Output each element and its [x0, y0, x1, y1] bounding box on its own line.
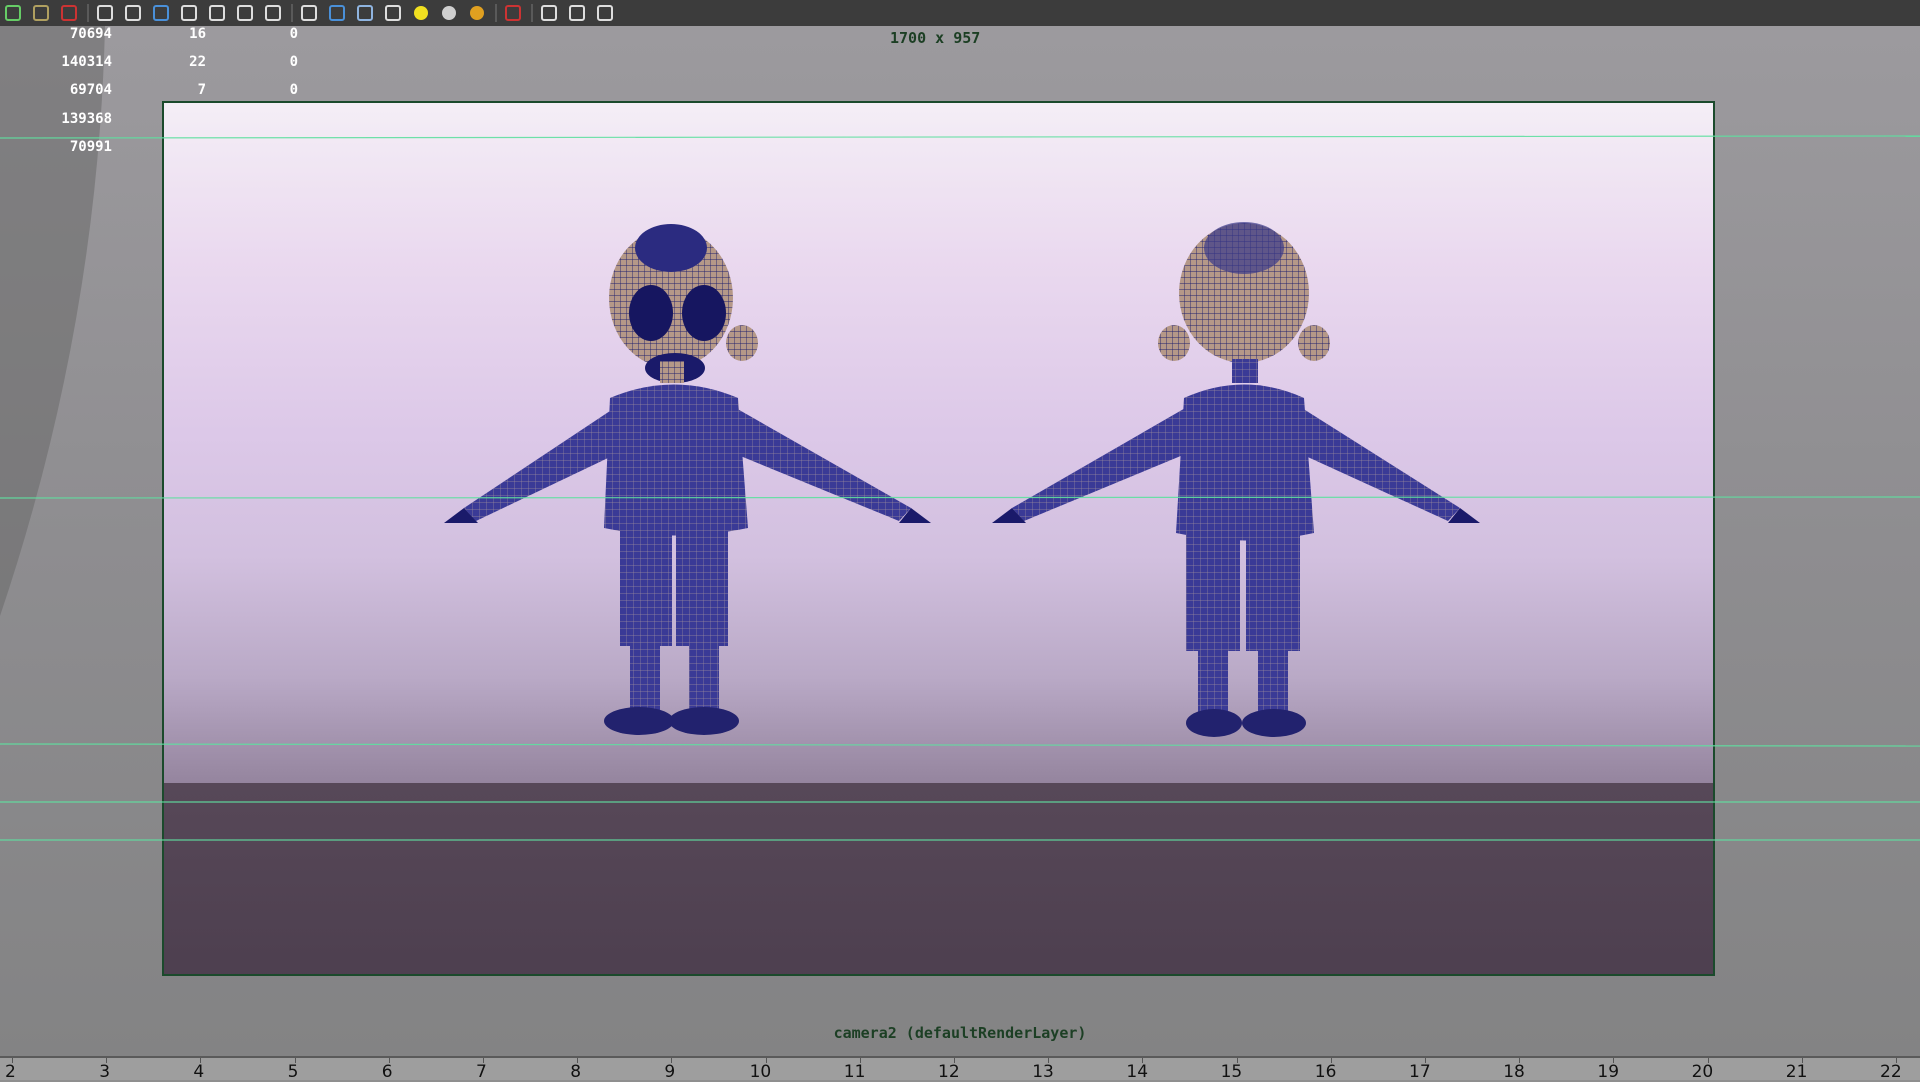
ambient-occlusion-icon[interactable]	[466, 2, 488, 24]
character-back-view[interactable]	[992, 222, 1480, 737]
xray-active-components-icon[interactable]	[594, 2, 616, 24]
timeline-frame-label[interactable]: 19	[1597, 1062, 1619, 1082]
timeline-frame-label[interactable]: 3	[99, 1062, 110, 1082]
layers-icon[interactable]	[94, 2, 116, 24]
film-gate-icon[interactable]	[122, 2, 144, 24]
hud-verts-value: 140314	[61, 54, 112, 70]
timeline-frame-label[interactable]: 10	[750, 1062, 772, 1082]
timeline-frame-label[interactable]: 20	[1692, 1062, 1714, 1082]
timeline-frame-label[interactable]: 17	[1409, 1062, 1431, 1082]
resolution-gate	[162, 101, 1715, 976]
camera-name-label: camera2 (defaultRenderLayer)	[833, 1024, 1087, 1042]
hud-selected-value: 0	[289, 82, 298, 98]
timeline-frame-label[interactable]: 13	[1032, 1062, 1054, 1082]
isolate-select-icon[interactable]	[502, 2, 524, 24]
render-setup-icon[interactable]	[58, 2, 80, 24]
hud-verts-value: 70991	[69, 139, 112, 155]
toolbar-separator	[291, 4, 293, 22]
character-front-view[interactable]	[444, 224, 931, 735]
toolbar-separator	[87, 4, 89, 22]
attribute-editor-icon[interactable]	[2, 2, 24, 24]
smooth-shade-icon[interactable]	[326, 2, 348, 24]
timeline-frame-label[interactable]: 11	[844, 1062, 866, 1082]
timeline-frame-label[interactable]: 9	[664, 1062, 675, 1082]
hud-objects-value: 7	[197, 82, 206, 98]
hud-verts-value: 70694	[69, 26, 112, 42]
hud-objects-value: 16	[189, 26, 206, 42]
timeline-frame-label[interactable]: 15	[1221, 1062, 1243, 1082]
timeline-frame-label[interactable]: 12	[938, 1062, 960, 1082]
toolbar-separator	[495, 4, 497, 22]
wireframe-on-shaded-icon[interactable]	[354, 2, 376, 24]
toolbar-separator	[531, 4, 533, 22]
safe-title-icon[interactable]	[262, 2, 284, 24]
timeline-frame-label[interactable]: 7	[476, 1062, 487, 1082]
timeline-frame-label[interactable]: 14	[1126, 1062, 1148, 1082]
hud-selected-value: 0	[289, 54, 298, 70]
time-slider[interactable]: 2 3 4 5 6 7 8 9 10 11 12 13 14 15 16 17 18 19 20 21 22	[0, 1056, 1920, 1082]
timeline-frame-label[interactable]: 4	[193, 1062, 204, 1082]
timeline-frame-label[interactable]: 21	[1786, 1062, 1808, 1082]
hud-objects-value: 22	[189, 54, 206, 70]
xray-icon[interactable]	[538, 2, 560, 24]
channel-box-icon[interactable]	[30, 2, 52, 24]
shadows-icon[interactable]	[438, 2, 460, 24]
textured-icon[interactable]	[382, 2, 404, 24]
xray-joints-icon[interactable]	[566, 2, 588, 24]
safe-action-icon[interactable]	[178, 2, 200, 24]
character-render	[444, 222, 1480, 737]
timeline-frame-label[interactable]: 5	[288, 1062, 299, 1082]
grid-icon[interactable]	[206, 2, 228, 24]
timeline-frame-label[interactable]: 16	[1315, 1062, 1337, 1082]
timeline-frame-label[interactable]: 22	[1880, 1062, 1902, 1082]
timeline-frame-label[interactable]: 6	[382, 1062, 393, 1082]
lights-icon[interactable]	[410, 2, 432, 24]
hud-selected-value: 0	[289, 26, 298, 42]
field-chart-icon[interactable]	[234, 2, 256, 24]
hud-verts-value: 139368	[61, 111, 112, 127]
timeline-frame-label[interactable]: 2	[5, 1062, 16, 1082]
maya-viewport[interactable]: 7069416014031422069704701393681407099116…	[0, 26, 1920, 1056]
viewport-toolbar	[0, 0, 1920, 26]
hud-verts-value: 69704	[69, 82, 112, 98]
camera-resolution-gate-icon[interactable]	[150, 2, 172, 24]
timeline-frame-label[interactable]: 8	[570, 1062, 581, 1082]
wireframe-icon[interactable]	[298, 2, 320, 24]
timeline-frame-label[interactable]: 18	[1503, 1062, 1525, 1082]
resolution-label: 1700 x 957	[890, 29, 981, 47]
